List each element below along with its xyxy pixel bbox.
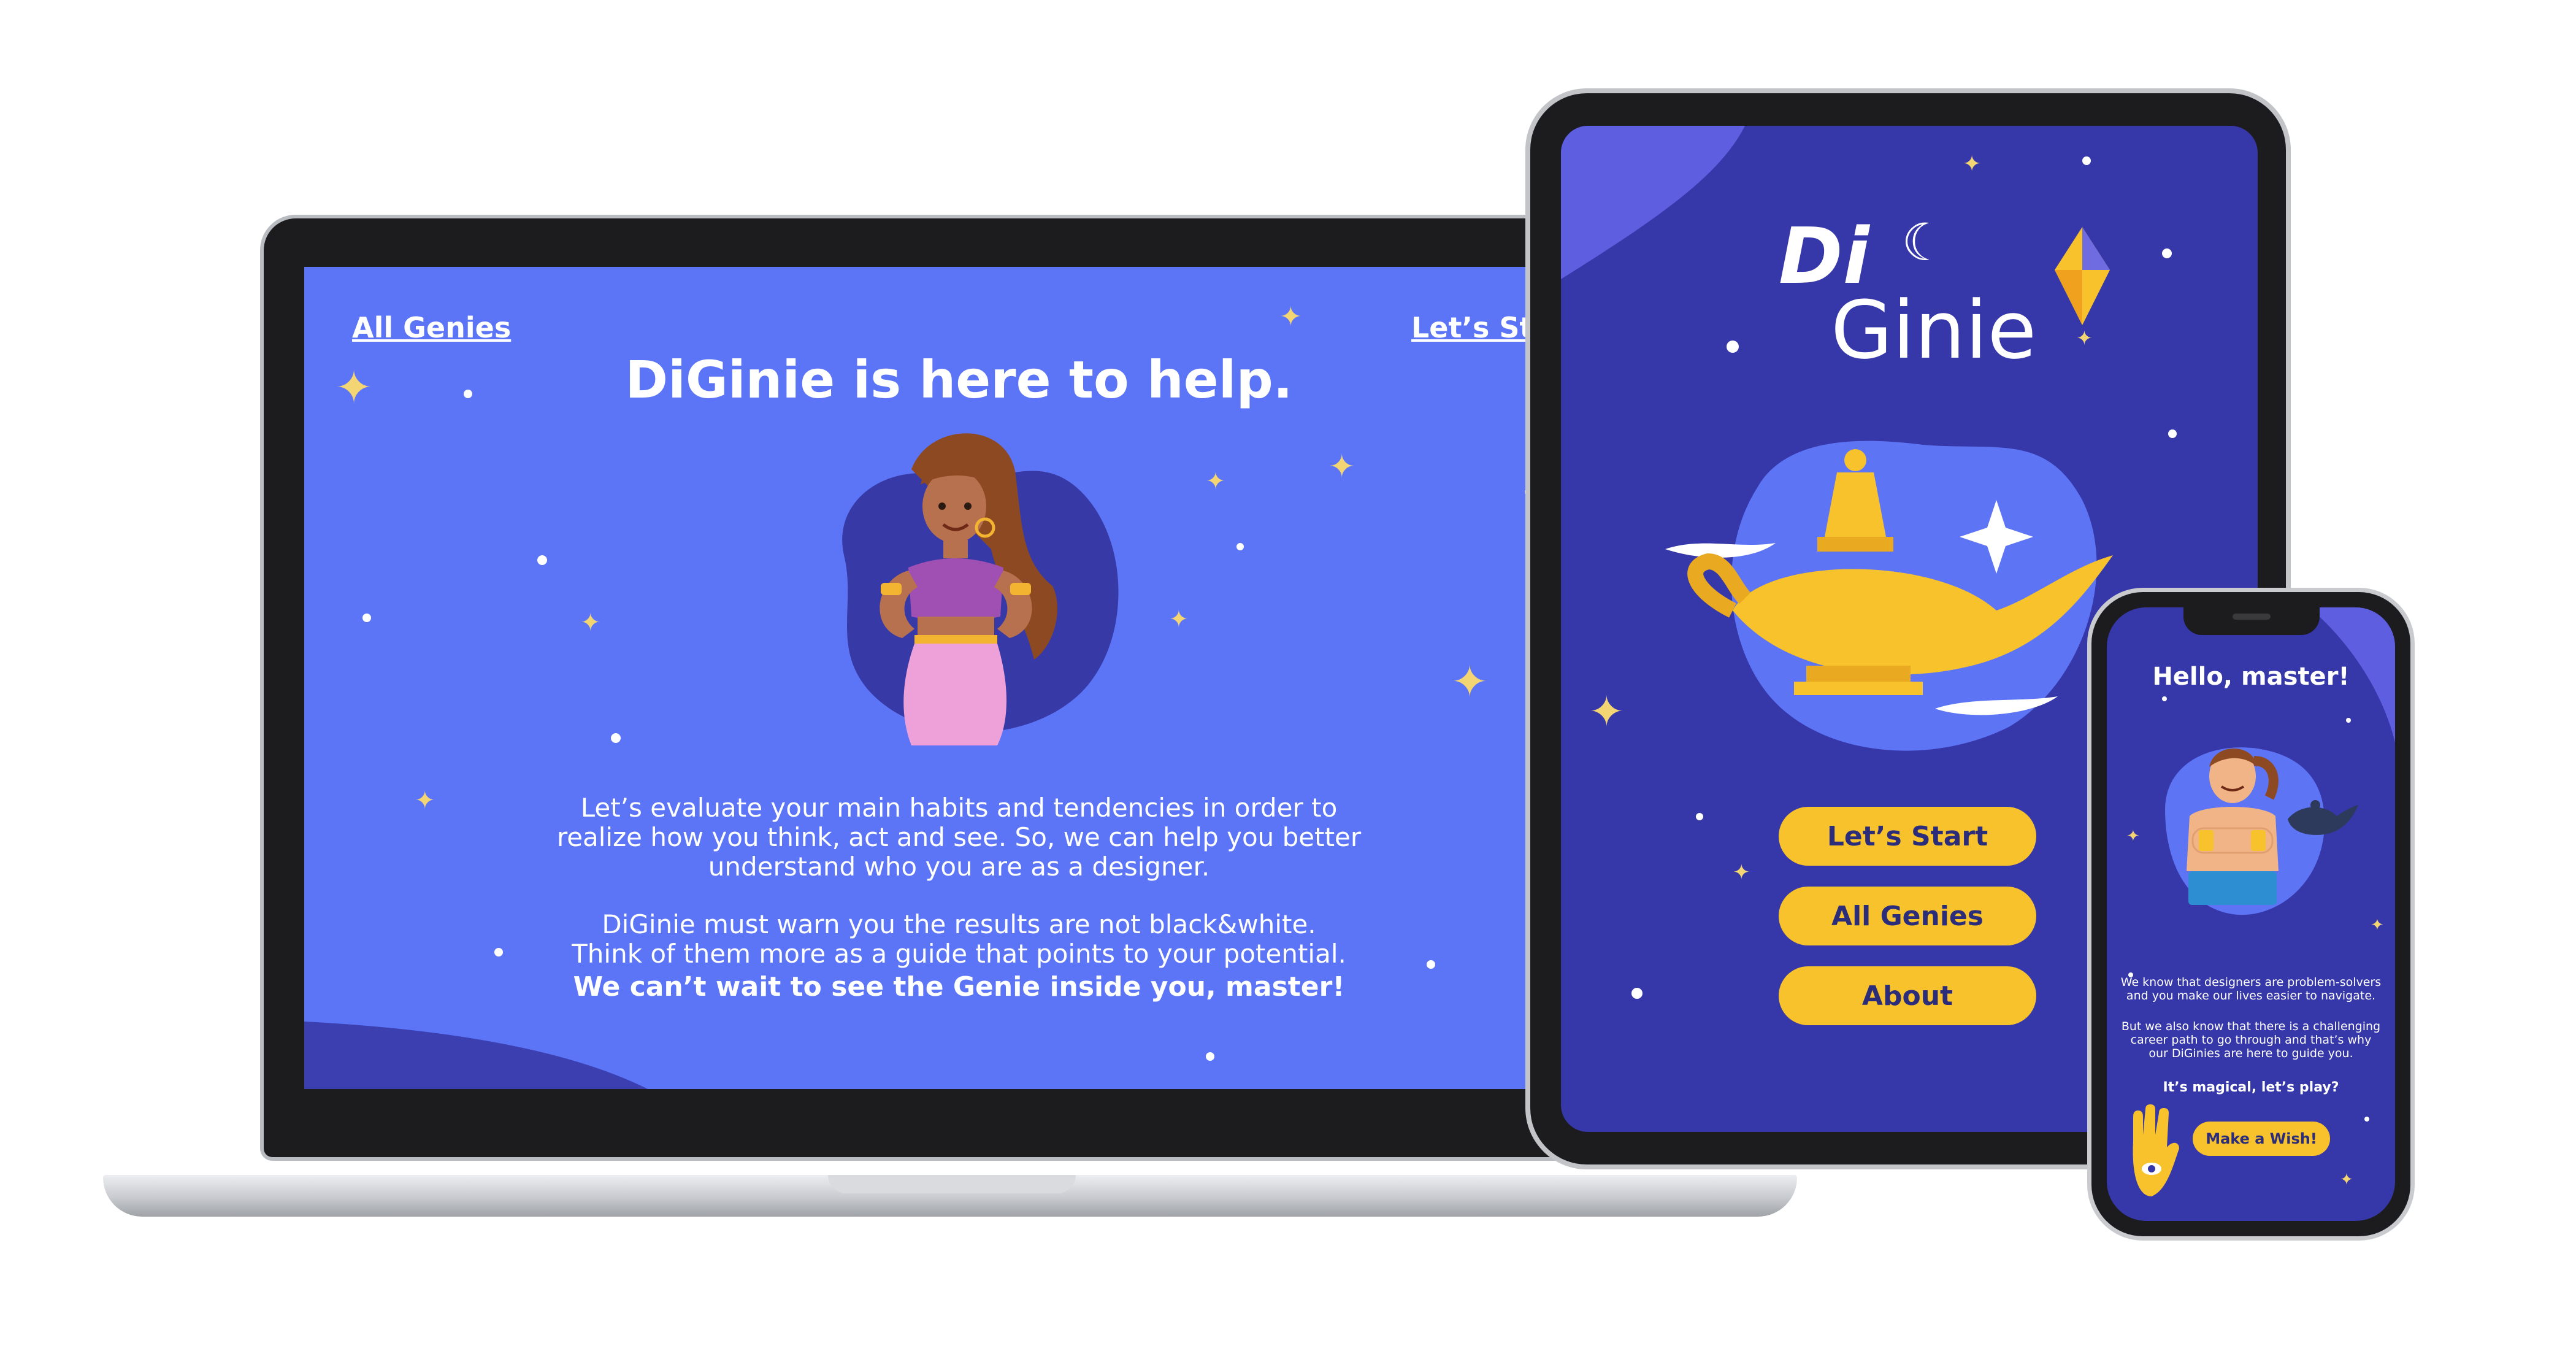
about-button[interactable]: About [1779,966,2036,1025]
make-a-wish-button[interactable]: Make a Wish! [2193,1122,2330,1156]
career-paragraph: But we also know that there is a challen… [2107,1020,2395,1060]
intro-paragraph: We know that designers are problem-solve… [2107,976,2395,1003]
star-dot [2168,429,2177,438]
crystal-icon [2055,227,2110,325]
star-dot [2082,156,2091,165]
sparkle-icon: ✦ [2076,326,2093,350]
intro-paragraph: Let’s evaluate your main habits and tend… [304,793,1614,882]
sparkle-icon: ✦ [1206,468,1225,495]
phone-speaker [2233,614,2271,620]
moon-icon: ☾ [1901,212,1948,272]
intro-line: We know that designers are problem-solve… [2120,976,2382,989]
lets-start-button[interactable]: Let’s Start [1779,807,2036,866]
sparkle-icon: ✦ [1963,152,1982,177]
star-dot [1206,1052,1214,1061]
star-dot [1236,543,1244,550]
career-line: But we also know that there is a challen… [2121,1020,2381,1033]
star-dot [362,614,371,622]
sparkle-icon: ✦ [2371,916,2384,934]
magic-lamp-illustration [1665,441,2113,751]
corner-wave [304,1022,648,1089]
logo-ginie: Ginie [1831,283,2037,377]
laptop-trackpad-notch [828,1175,1076,1193]
all-genies-button[interactable]: All Genies [1779,887,2036,945]
greeting-title: Hello, master! [2152,663,2350,691]
warning-line: Think of them more as a guide that point… [572,939,1346,969]
star-dot [1631,988,1643,999]
career-line: career path to go through and that’s why [2130,1033,2372,1047]
page-title: DiGinie is here to help. [625,350,1293,410]
intro-line: and you make our lives easier to navigat… [2126,989,2376,1003]
sparkle-icon: ✦ [1589,687,1625,737]
phone-screen: ✦ ✦ ✦ Hello, master! We know that design… [2107,607,2395,1221]
corner-blob [1561,126,1745,279]
nav-all-genies-link[interactable]: All Genies [352,311,511,344]
star-dot [611,733,621,743]
career-line: our DiGinies are here to guide you. [2149,1047,2353,1060]
sparkle-icon: ✦ [1328,448,1355,485]
sparkle-icon: ✦ [2126,827,2140,845]
sparkle-icon: ✦ [1733,860,1750,885]
intro-line: Let’s evaluate your main habits and tend… [580,793,1338,823]
closing-line: We can’t wait to see the Genie inside yo… [573,971,1345,1003]
star-dot [1727,341,1739,353]
warning-paragraph: DiGinie must warn you the results are no… [304,910,1614,969]
intro-line: understand who you are as a designer. [708,852,1210,882]
star-dot [537,555,547,565]
male-genie-illustration [2165,747,2358,915]
star-dot [2364,1117,2369,1122]
star-dot [1696,813,1703,820]
hamsa-hand-icon [2133,1104,2179,1196]
phone-notch [2183,604,2320,635]
laptop-screen: ✦ ✦ ✦ ✦ ✦ ✦ ✦ ✦ ✦ ✦ All Genies Let’s Sta… [304,267,1614,1089]
intro-line: realize how you think, act and see. So, … [556,822,1362,852]
star-dot [2162,248,2172,258]
sparkle-icon: ✦ [580,609,601,637]
warning-line: DiGinie must warn you the results are no… [602,909,1316,939]
sparkle-icon: ✦ [2340,1171,2353,1189]
play-prompt: It’s magical, let’s play? [2163,1080,2339,1095]
female-genie-illustration [842,433,1119,745]
sparkle-icon: ✦ [1451,656,1489,707]
sparkle-icon: ✦ [1169,606,1189,633]
sparkle-icon: ✦ [1279,301,1302,333]
star-dot [2162,696,2167,701]
